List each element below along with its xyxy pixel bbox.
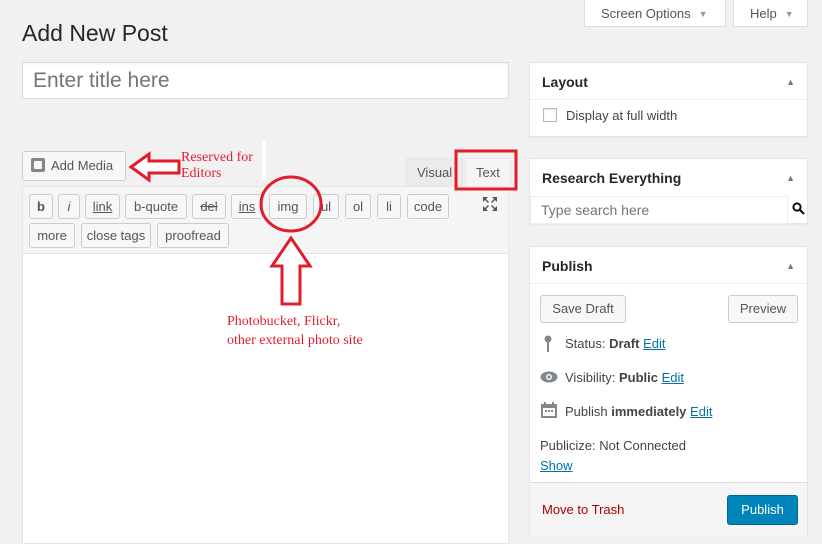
reserved-annotation: Reserved for Editors [181, 150, 253, 181]
img-button-highlight-circle [259, 175, 323, 233]
text-tab-highlight-box [454, 149, 518, 191]
left-arrow-annotation [128, 151, 181, 183]
photo-site-annotation: Photobucket, Flickr, other external phot… [227, 314, 363, 348]
up-arrow-annotation [269, 235, 313, 306]
annotation-overlay [128, 140, 518, 306]
